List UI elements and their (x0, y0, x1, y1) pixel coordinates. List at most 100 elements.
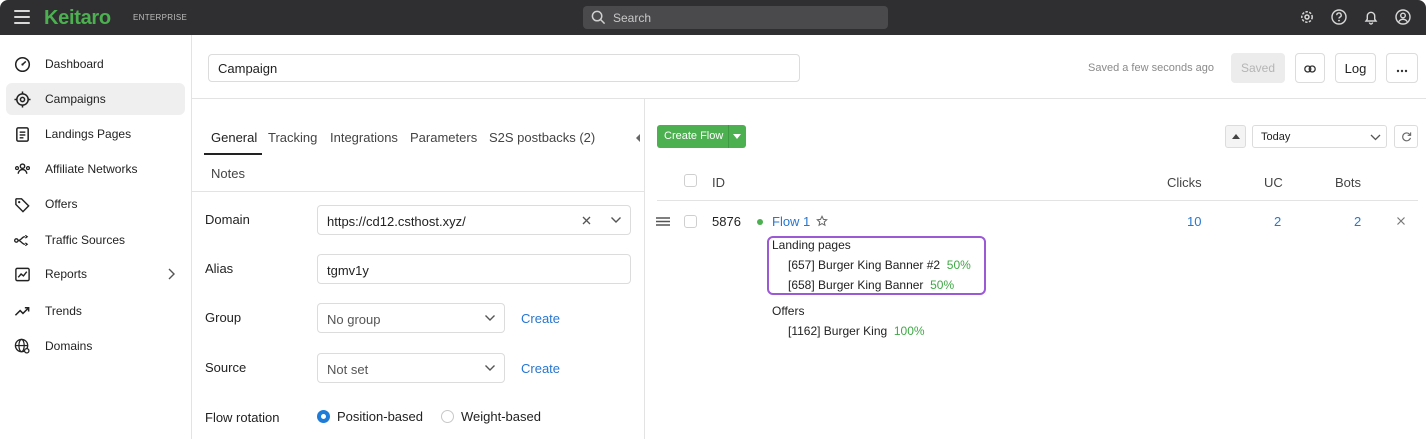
refresh-button[interactable] (1394, 125, 1418, 148)
sidebar-item-landings-pages[interactable]: Landings Pages (6, 118, 185, 150)
create-flow-button[interactable]: Create Flow (657, 125, 746, 148)
status-dot (757, 219, 763, 225)
row-checkbox[interactable] (684, 215, 697, 228)
sidebar-item-dashboard[interactable]: Dashboard (6, 48, 185, 80)
chevron-right-icon (168, 268, 175, 280)
domain-select[interactable]: https://cd12.csthost.xyz/ (317, 205, 631, 235)
logo: Keitaro (44, 7, 111, 29)
source-select[interactable]: Not set (317, 353, 505, 383)
sidebar: Dashboard Campaigns Landings Pages Affil… (0, 35, 192, 439)
col-clicks[interactable]: Clicks (1167, 175, 1202, 190)
tabs-scroll-left-icon[interactable] (635, 134, 641, 142)
star-icon[interactable] (816, 215, 828, 227)
domain-label: Domain (205, 212, 250, 227)
delete-icon[interactable] (1397, 217, 1405, 225)
sidebar-item-campaigns[interactable]: Campaigns (6, 83, 185, 115)
col-uc[interactable]: UC (1264, 175, 1283, 190)
tab-parameters[interactable]: Parameters (410, 130, 477, 145)
flow-name-link[interactable]: Flow 1 (772, 214, 810, 229)
sidebar-item-label: Trends (45, 304, 82, 318)
create-flow-separator (728, 125, 729, 148)
landing-name: [658] Burger King Banner (788, 278, 924, 292)
campaign-name-input[interactable] (208, 54, 800, 82)
weight-based-radio[interactable] (441, 410, 454, 423)
tab-integrations[interactable]: Integrations (330, 130, 398, 145)
alias-input[interactable]: tgmv1y (317, 254, 631, 284)
chart-icon (15, 267, 30, 282)
landing-item: [658] Burger King Banner 50% (788, 278, 954, 292)
sidebar-item-affiliate-networks[interactable]: Affiliate Networks (6, 153, 185, 185)
tab-general[interactable]: General (211, 130, 257, 145)
caret-up-icon (1232, 134, 1240, 139)
position-based-radio[interactable] (317, 410, 330, 423)
tag-icon (15, 198, 30, 213)
flow-uc[interactable]: 2 (1274, 214, 1281, 229)
menu-icon[interactable] (14, 10, 30, 24)
sidebar-item-label: Affiliate Networks (45, 162, 138, 176)
tab-tracking[interactable]: Tracking (268, 130, 317, 145)
offers-title: Offers (772, 304, 805, 318)
chevron-down-icon (611, 217, 621, 223)
source-value: Not set (327, 362, 369, 377)
help-icon[interactable] (1331, 9, 1347, 25)
tab-notes[interactable]: Notes (211, 166, 245, 181)
more-icon (1396, 69, 1408, 72)
campaign-header: Saved a few seconds ago Saved Log (192, 35, 1426, 99)
landing-name: [657] Burger King Banner #2 (788, 258, 941, 272)
globe-icon (14, 338, 30, 354)
bell-icon[interactable] (1363, 9, 1379, 25)
search-icon (591, 10, 606, 25)
sidebar-item-label: Landings Pages (45, 127, 132, 141)
tab-s2s-postbacks[interactable]: S2S postbacks (2) (489, 130, 595, 145)
date-range-select[interactable]: Today (1252, 125, 1387, 148)
create-group-link[interactable]: Create (521, 311, 560, 326)
people-icon (14, 163, 31, 174)
sidebar-item-label: Domains (45, 339, 93, 353)
sort-up-button[interactable] (1225, 125, 1246, 148)
create-source-link[interactable]: Create (521, 361, 560, 376)
col-bots[interactable]: Bots (1335, 175, 1361, 190)
sidebar-item-label: Reports (45, 267, 88, 281)
search-box[interactable] (583, 6, 888, 29)
domain-value: https://cd12.csthost.xyz/ (327, 214, 466, 229)
sidebar-item-label: Traffic Sources (45, 233, 126, 247)
caret-down-icon[interactable] (733, 134, 741, 139)
flow-clicks[interactable]: 10 (1187, 214, 1201, 229)
flow-bots[interactable]: 2 (1354, 214, 1361, 229)
alias-value: tgmv1y (327, 263, 369, 278)
campaign-settings: General Tracking Integrations Parameters… (192, 99, 645, 439)
date-range-value: Today (1261, 131, 1291, 143)
source-label: Source (205, 360, 247, 375)
search-input[interactable] (613, 9, 873, 26)
sidebar-item-trends[interactable]: Trends (6, 295, 185, 327)
group-select[interactable]: No group (317, 303, 505, 333)
sidebar-item-traffic-sources[interactable]: Traffic Sources (6, 224, 185, 256)
saved-status: Saved a few seconds ago (1088, 62, 1214, 74)
sidebar-item-label: Campaigns (45, 92, 106, 106)
offer-item: [1162] Burger King 100% (788, 324, 925, 338)
saved-button[interactable]: Saved (1231, 53, 1285, 83)
col-id: ID (712, 175, 725, 190)
position-based-label: Position-based (337, 409, 423, 424)
clear-icon[interactable] (582, 216, 591, 225)
group-value: No group (327, 312, 381, 327)
chevron-down-icon (1370, 134, 1381, 141)
sidebar-item-reports[interactable]: Reports (6, 258, 185, 290)
alias-label: Alias (205, 261, 234, 276)
sidebar-item-offers[interactable]: Offers (6, 188, 185, 220)
select-all-checkbox[interactable] (684, 174, 697, 187)
log-button[interactable]: Log (1335, 53, 1376, 83)
flow-id: 5876 (712, 214, 741, 229)
gear-icon[interactable] (1299, 9, 1315, 25)
refresh-icon (1402, 132, 1412, 142)
chevron-down-icon (485, 365, 495, 371)
user-icon[interactable] (1395, 9, 1411, 25)
copy-link-button[interactable] (1295, 53, 1325, 83)
landing-share: 50% (930, 278, 955, 292)
sidebar-item-label: Dashboard (45, 57, 104, 71)
drag-handle-icon[interactable] (656, 217, 670, 226)
header-divider (657, 200, 1418, 201)
more-button[interactable] (1386, 53, 1418, 83)
landing-share: 50% (946, 258, 971, 272)
sidebar-item-domains[interactable]: Domains (6, 330, 185, 362)
